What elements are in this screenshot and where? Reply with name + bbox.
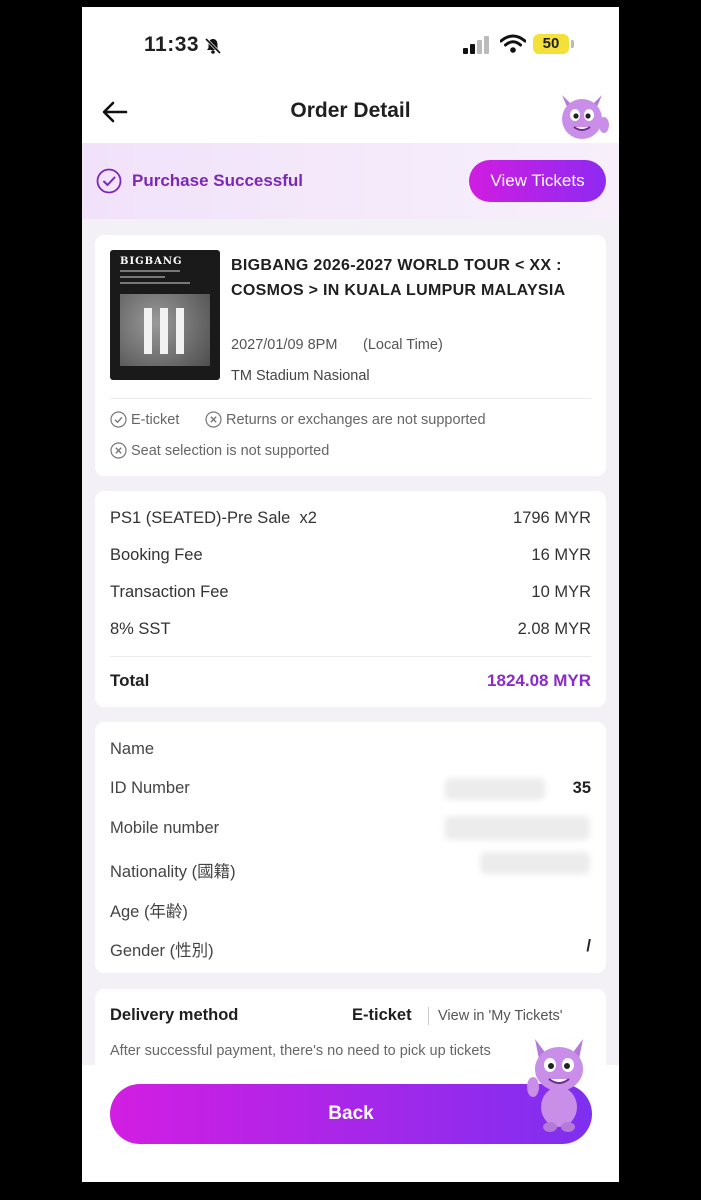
bell-muted-icon [204, 37, 222, 55]
delivery-note: After successful payment, there's no nee… [110, 1043, 491, 1059]
event-venue: TM Stadium Nasional [231, 368, 370, 384]
attendee-info-card: Name ID Number Mobile number Nationality… [95, 722, 606, 973]
event-local-time: (Local Time) [363, 337, 443, 353]
redacted-value [445, 816, 590, 840]
price-label: Booking Fee [110, 546, 203, 564]
info-label-id: ID Number [110, 779, 190, 797]
battery-cap [571, 40, 574, 48]
tag-no-seat-selection: Seat selection is not supported [110, 442, 329, 459]
price-label: Transaction Fee [110, 583, 229, 601]
total-label: Total [110, 671, 150, 690]
x-circle-icon [110, 442, 127, 459]
divider [110, 656, 591, 657]
info-value-gender: / [586, 937, 591, 955]
phone-screen: 11:33 50 Order Detail Purchase Successfu… [82, 7, 619, 1182]
redacted-value [480, 852, 590, 874]
price-row: Transaction Fee 10 MYR [110, 583, 591, 602]
wifi-icon [500, 34, 526, 53]
tag-label: Seat selection is not supported [131, 442, 330, 459]
price-amount: 16 MYR [531, 546, 591, 564]
tag-label: Returns or exchanges are not supported [226, 411, 486, 428]
view-tickets-button[interactable]: View Tickets [469, 160, 606, 202]
info-label-mobile: Mobile number [110, 819, 220, 837]
info-label-name: Name [110, 740, 155, 758]
back-button[interactable]: Back [110, 1084, 592, 1144]
price-row: PS1 (SEATED)-Pre Sale x2 1796 MYR [110, 509, 591, 528]
price-amount: 10 MYR [531, 583, 591, 601]
delivery-value: E-ticket [352, 1006, 412, 1024]
price-label: PS1 (SEATED)-Pre Sale x2 [110, 509, 317, 527]
mascot-icon [562, 95, 609, 139]
check-circle-icon [110, 411, 127, 428]
poster-bar [144, 308, 152, 354]
status-time: 11:33 [144, 33, 200, 56]
status-bar: 11:33 50 [82, 7, 619, 79]
tag-no-returns: Returns or exchanges are not supported [205, 411, 486, 428]
event-date: 2027/01/09 8PM [231, 337, 338, 353]
poster-bar [176, 308, 184, 354]
redacted-value [445, 778, 545, 800]
total-amount: 1824.08 MYR [487, 671, 591, 690]
purchase-status-banner: Purchase Successful View Tickets [82, 143, 619, 219]
poster-line [120, 282, 190, 284]
x-circle-icon [205, 411, 222, 428]
page-title: Order Detail [290, 99, 411, 122]
divider [428, 1007, 429, 1025]
view-my-tickets-link[interactable]: View in 'My Tickets' [438, 1008, 563, 1024]
price-breakdown-card: PS1 (SEATED)-Pre Sale x2 1796 MYR Bookin… [95, 491, 606, 707]
event-poster: BIGBANG [110, 250, 220, 380]
mascot-icon [527, 1039, 583, 1132]
info-label-gender: Gender (性別) [110, 942, 214, 960]
poster-bar [160, 308, 168, 354]
tag-label: E-ticket [131, 411, 180, 428]
delivery-label: Delivery method [110, 1006, 239, 1024]
price-label: 8% SST [110, 620, 171, 638]
divider [110, 398, 591, 399]
event-card: BIGBANG BIGBANG 2026-2027 WORLD TOUR < X… [95, 235, 606, 476]
poster-title: BIGBANG [120, 256, 183, 267]
battery-indicator: 50 [533, 34, 569, 54]
purchase-status-text: Purchase Successful [132, 171, 304, 190]
poster-line [120, 276, 165, 278]
info-value-id: 35 [572, 779, 591, 797]
tag-e-ticket: E-ticket [110, 411, 179, 428]
info-label-nationality: Nationality (國籍) [110, 863, 236, 881]
price-row: Booking Fee 16 MYR [110, 546, 591, 565]
price-amount: 2.08 MYR [517, 620, 591, 638]
event-title: BIGBANG 2026-2027 WORLD TOUR < XX : COSM… [231, 257, 566, 299]
check-circle-icon [96, 168, 122, 194]
price-amount: 1796 MYR [513, 509, 591, 527]
info-label-age: Age (年齢) [110, 903, 188, 921]
price-row: 8% SST 2.08 MYR [110, 620, 591, 639]
header: Order Detail [82, 79, 619, 143]
poster-line [120, 270, 180, 272]
cell-signal-icon [463, 36, 489, 54]
